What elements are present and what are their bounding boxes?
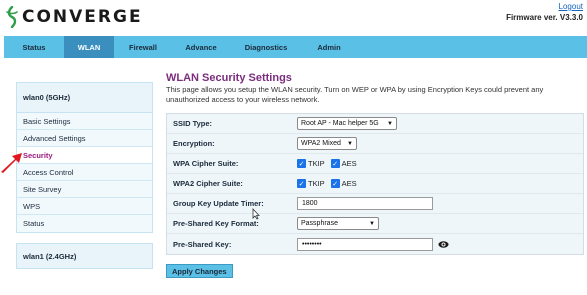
mouse-cursor-icon — [252, 208, 260, 220]
wpa-tkip-label: TKIP — [308, 159, 325, 168]
group-key-label: Group Key Update Timer: — [173, 199, 264, 208]
psk-format-label: Pre-Shared Key Format: — [173, 219, 259, 228]
sidebar-item-wps[interactable]: WPS — [17, 198, 152, 215]
chevron-down-icon: ▼ — [387, 120, 393, 127]
psk-format-row: Pre-Shared Key Format: Passphrase ▼ — [167, 214, 583, 234]
psk-input[interactable]: •••••••• — [297, 237, 433, 251]
sidebar-item-basic-settings[interactable]: Basic Settings — [17, 113, 152, 130]
firmware-version: Firmware ver. V3.3.0 — [506, 13, 583, 22]
sidebar-item-access-control[interactable]: Access Control — [17, 164, 152, 181]
encryption-row: Encryption: WPA2 Mixed ▼ — [167, 134, 583, 154]
wpa2-tkip-checkbox[interactable]: ✓ — [297, 179, 306, 188]
sidebar-group-title-wlan1[interactable]: wlan1 (2.4GHz) — [16, 243, 153, 269]
encryption-select[interactable]: WPA2 Mixed ▼ — [297, 137, 357, 150]
wpa2-cipher-label: WPA2 Cipher Suite: — [173, 179, 243, 188]
wpa-tkip-checkbox[interactable]: ✓ — [297, 159, 306, 168]
wpa-cipher-label: WPA Cipher Suite: — [173, 159, 239, 168]
nav-advance[interactable]: Advance — [172, 36, 230, 58]
psk-row: Pre-Shared Key: •••••••• — [167, 234, 583, 254]
wpa-cipher-row: WPA Cipher Suite: ✓ TKIP ✓ AES — [167, 154, 583, 174]
chevron-down-icon: ▼ — [369, 220, 375, 227]
chevron-down-icon: ▼ — [347, 140, 353, 147]
red-arrow-icon — [1, 153, 22, 173]
security-form: SSID Type: Root AP - Mac helper 5G ▼ Enc… — [166, 113, 584, 255]
apply-changes-button[interactable]: Apply Changes — [166, 264, 233, 278]
group-key-row: Group Key Update Timer: 1800 — [167, 194, 583, 214]
nav-status[interactable]: Status — [4, 36, 64, 58]
sidebar-group-wlan0: wlan0 (5GHz) Basic Settings Advanced Set… — [16, 82, 153, 233]
page-title: WLAN Security Settings — [166, 72, 292, 84]
converge-logo-icon — [4, 5, 20, 29]
brand-name: CONVERGE — [22, 7, 143, 27]
eye-icon[interactable] — [438, 239, 449, 250]
page-description: This page allows you setup the WLAN secu… — [166, 85, 544, 104]
nav-diagnostics[interactable]: Diagnostics — [230, 36, 302, 58]
group-key-input[interactable]: 1800 — [297, 197, 433, 210]
psk-format-select[interactable]: Passphrase ▼ — [297, 217, 379, 230]
encryption-value: WPA2 Mixed — [301, 140, 341, 147]
wpa2-aes-label: AES — [341, 179, 357, 188]
ssid-type-label: SSID Type: — [173, 119, 213, 128]
wpa-aes-label: AES — [341, 159, 357, 168]
ssid-type-value: Root AP - Mac helper 5G — [301, 120, 379, 127]
sidebar-item-security[interactable]: Security — [17, 147, 152, 164]
sidebar-item-status[interactable]: Status — [17, 215, 152, 232]
nav-wlan[interactable]: WLAN — [64, 36, 114, 58]
brand-logo: CONVERGE — [4, 5, 143, 29]
logout-link[interactable]: Logout — [559, 2, 583, 11]
nav-firewall[interactable]: Firewall — [114, 36, 172, 58]
psk-format-value: Passphrase — [301, 220, 338, 227]
wpa2-aes-checkbox[interactable]: ✓ — [330, 179, 340, 188]
sidebar: wlan0 (5GHz) Basic Settings Advanced Set… — [16, 82, 153, 269]
wpa-aes-checkbox[interactable]: ✓ — [330, 159, 340, 168]
psk-label: Pre-Shared Key: — [173, 239, 232, 249]
main-nav: Status WLAN Firewall Advance Diagnostics… — [4, 36, 587, 58]
wpa2-tkip-label: TKIP — [308, 179, 325, 188]
wpa2-cipher-row: WPA2 Cipher Suite: ✓ TKIP ✓ AES — [167, 174, 583, 194]
sidebar-item-advanced-settings[interactable]: Advanced Settings — [17, 130, 152, 147]
nav-admin[interactable]: Admin — [302, 36, 356, 58]
encryption-label: Encryption: — [173, 139, 215, 148]
ssid-type-select[interactable]: Root AP - Mac helper 5G ▼ — [297, 117, 397, 130]
sidebar-group-title-wlan0[interactable]: wlan0 (5GHz) — [17, 83, 152, 113]
ssid-type-row: SSID Type: Root AP - Mac helper 5G ▼ — [167, 114, 583, 134]
sidebar-item-site-survey[interactable]: Site Survey — [17, 181, 152, 198]
